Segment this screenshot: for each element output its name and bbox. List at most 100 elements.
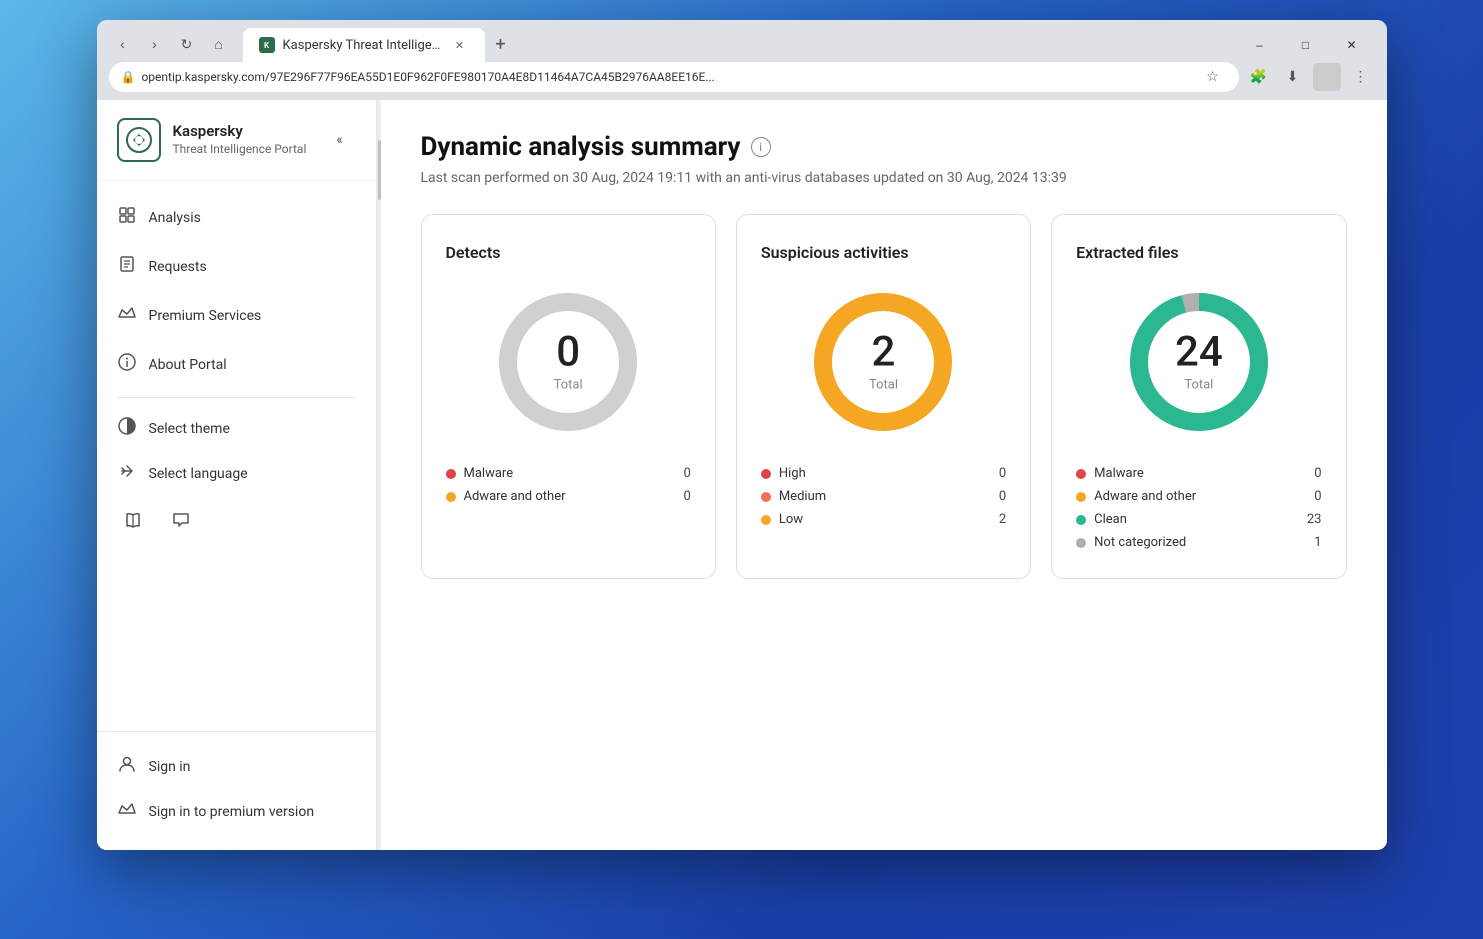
adware-count: 0 [684,489,691,504]
bookmark-icon[interactable]: ☆ [1199,63,1227,91]
scrollbar-thumb [378,140,381,200]
tab-favicon: K [259,37,275,53]
sidebar-item-theme[interactable]: Select theme [97,406,376,451]
minimize-button[interactable]: – [1237,29,1283,61]
high-item: High 0 [761,466,1006,481]
detects-chart-container: 0 Total [446,282,691,442]
book-icon-button[interactable] [117,504,149,536]
ext-notcat-dot [1076,538,1086,548]
sidebar-item-language[interactable]: Select language [97,451,376,496]
malware-count: 0 [684,466,691,481]
adware-dot [446,492,456,502]
high-count: 0 [999,466,1006,481]
profile-button[interactable] [1313,63,1341,91]
ext-notcat-count: 1 [1314,535,1321,550]
ext-clean-dot [1076,515,1086,525]
extracted-total-label: Total [1175,378,1223,393]
malware-label: Malware [464,466,514,481]
tab-title: Kaspersky Threat Intelligence P... [283,38,443,53]
low-label: Low [779,512,803,527]
sidebar-item-premium[interactable]: Premium Services [97,291,376,340]
about-label: About Portal [149,357,227,373]
sidebar-divider [117,397,356,398]
requests-icon [117,254,137,279]
ext-adware-label: Adware and other [1094,489,1196,504]
suspicious-donut: 2 Total [803,282,963,442]
sidebar-item-analysis[interactable]: Analysis [97,193,376,242]
high-dot [761,469,771,479]
suspicious-total-number: 2 [869,332,898,374]
ext-adware-count: 0 [1314,489,1321,504]
sidebar-collapse-button[interactable]: « [324,124,356,156]
ext-adware-item: Adware and other 0 [1076,489,1321,504]
sidebar-scrollbar[interactable] [377,100,381,850]
high-label: High [779,466,806,481]
medium-count: 0 [999,489,1006,504]
forward-button[interactable]: › [141,30,169,58]
new-tab-button[interactable]: + [487,30,515,58]
extensions-icon[interactable]: 🧩 [1245,63,1273,91]
detects-total-number: 0 [554,332,583,374]
premium-icon [117,303,137,328]
detects-total-label: Total [554,378,583,393]
ext-malware-label: Malware [1094,466,1144,481]
sidebar-nav: Analysis Requests [97,181,376,731]
browser-window: ‹ › ↻ ⌂ K Kaspersky Threat Intelligence … [97,20,1387,850]
sidebar-header: Kaspersky Threat Intelligence Portal « [97,100,376,181]
ext-clean-item: Clean 23 [1076,512,1321,527]
low-dot [761,515,771,525]
detects-donut: 0 Total [488,282,648,442]
detects-card-title: Detects [446,243,691,262]
malware-dot [446,469,456,479]
active-tab[interactable]: K Kaspersky Threat Intelligence P... ✕ [243,28,485,62]
extracted-card: Extracted files [1051,214,1346,579]
more-options-icon[interactable]: ⋮ [1347,63,1375,91]
ext-malware-count: 0 [1314,466,1321,481]
ext-malware-item: Malware 0 [1076,466,1321,481]
suspicious-total-label: Total [869,378,898,393]
signin-icon [117,754,137,779]
suspicious-card: Suspicious activities 2 Total [736,214,1031,579]
tab-close-button[interactable]: ✕ [451,36,469,54]
sidebar-item-requests[interactable]: Requests [97,242,376,291]
chat-icon-button[interactable] [165,504,197,536]
requests-label: Requests [149,259,207,275]
close-button[interactable]: ✕ [1329,29,1375,61]
analysis-icon [117,205,137,230]
medium-dot [761,492,771,502]
suspicious-donut-center: 2 Total [869,332,898,393]
language-label: Select language [149,466,248,482]
detects-adware-item: Adware and other 0 [446,489,691,504]
extracted-total-number: 24 [1175,332,1223,374]
suspicious-legend: High 0 Medium 0 Low 2 [761,466,1006,527]
detects-card: Detects 0 Total [421,214,716,579]
sidebar-bottom: Sign in Sign in to premium version [97,731,376,850]
extracted-legend: Malware 0 Adware and other 0 Clean 23 [1076,466,1321,550]
extracted-chart-container: 24 Total [1076,282,1321,442]
back-button[interactable]: ‹ [109,30,137,58]
analysis-label: Analysis [149,210,201,226]
window-controls: – □ ✕ [1237,29,1375,61]
download-icon[interactable]: ⬇ [1279,63,1307,91]
extracted-card-title: Extracted files [1076,243,1321,262]
maximize-button[interactable]: □ [1283,29,1329,61]
premium-label: Premium Services [149,308,262,324]
brand-name: Kaspersky [173,122,307,142]
suspicious-chart-container: 2 Total [761,282,1006,442]
home-button[interactable]: ⌂ [205,30,233,58]
sidebar-item-signin[interactable]: Sign in [97,744,376,789]
detects-legend: Malware 0 Adware and other 0 [446,466,691,504]
ext-notcat-label: Not categorized [1094,535,1186,550]
sidebar-item-signin-premium[interactable]: Sign in to premium version [97,789,376,834]
low-item: Low 2 [761,512,1006,527]
reload-button[interactable]: ↻ [173,30,201,58]
logo-text: Kaspersky Threat Intelligence Portal [173,122,307,157]
sidebar-item-about[interactable]: About Portal [97,340,376,389]
ext-malware-dot [1076,469,1086,479]
info-icon[interactable]: i [751,137,771,157]
theme-label: Select theme [149,421,230,437]
address-bar[interactable]: 🔒 opentip.kaspersky.com/97E296F77F96EA55… [109,62,1239,92]
medium-item: Medium 0 [761,489,1006,504]
app-content: Kaspersky Threat Intelligence Portal « [97,100,1387,850]
extracted-donut: 24 Total [1119,282,1279,442]
